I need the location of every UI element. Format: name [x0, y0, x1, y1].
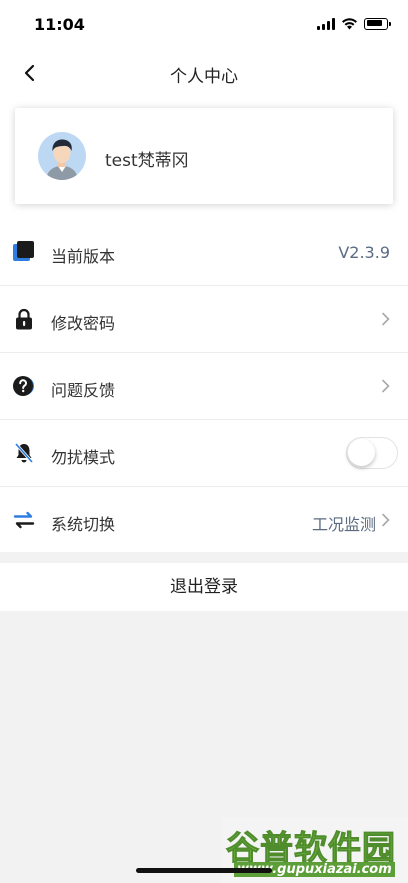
battery-icon: [364, 17, 391, 30]
menu-label: 问题反馈: [51, 381, 116, 400]
chevron-right-icon: [382, 379, 390, 393]
status-bar: 11:04: [0, 0, 408, 50]
menu-row-system-switch[interactable]: 系统切换 工况监测: [0, 487, 408, 554]
nav-bar: 个人中心: [0, 50, 408, 96]
bell-off-icon: [12, 441, 36, 465]
swap-arrows-icon: [12, 508, 36, 532]
menu-label: 当前版本: [51, 247, 116, 266]
user-avatar-icon: [38, 132, 86, 180]
settings-list: 当前版本 V2.3.9 修改密码 问题反馈 勿扰模式 系统切换 工况监测: [0, 219, 408, 554]
version-value: V2.3.9: [338, 243, 390, 262]
logout-button[interactable]: 退出登录: [0, 563, 408, 611]
page-title: 个人中心: [170, 67, 238, 87]
home-indicator[interactable]: [136, 868, 272, 873]
lock-icon: [12, 307, 36, 331]
wifi-icon: [342, 18, 357, 30]
menu-row-version[interactable]: 当前版本 V2.3.9: [0, 219, 408, 286]
status-time: 11:04: [34, 15, 85, 34]
system-value: 工况监测: [311, 515, 376, 534]
menu-label: 修改密码: [51, 314, 116, 333]
chevron-right-icon: [382, 513, 390, 527]
username: test梵蒂冈: [105, 151, 189, 171]
menu-label: 勿扰模式: [51, 448, 116, 467]
menu-row-do-not-disturb: 勿扰模式: [0, 420, 408, 487]
menu-row-feedback[interactable]: 问题反馈: [0, 353, 408, 420]
question-icon: [12, 374, 36, 398]
version-square-icon: [12, 240, 36, 264]
do-not-disturb-toggle[interactable]: [346, 437, 398, 469]
profile-card[interactable]: test梵蒂冈: [15, 108, 393, 204]
menu-label: 系统切换: [51, 515, 116, 534]
signal-icon: [317, 17, 335, 30]
avatar[interactable]: [38, 132, 86, 180]
menu-row-change-password[interactable]: 修改密码: [0, 286, 408, 353]
site-watermark: 谷普软件园 www.gupuxiazai.com: [222, 818, 408, 883]
chevron-right-icon: [382, 312, 390, 326]
status-icons: [317, 17, 391, 30]
toggle-knob: [348, 439, 375, 466]
